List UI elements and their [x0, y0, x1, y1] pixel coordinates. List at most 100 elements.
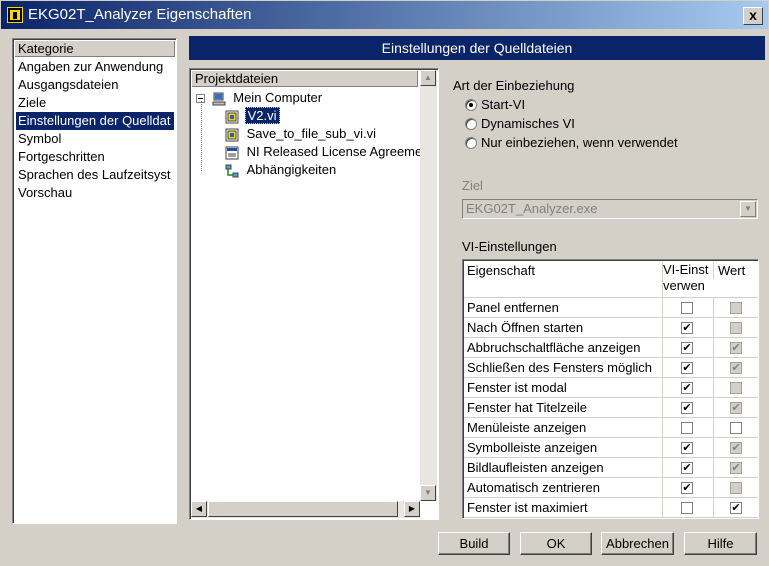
- use-vi-settings-cell: ✔: [662, 318, 712, 337]
- chevron-down-icon: ▼: [740, 201, 756, 217]
- category-item[interactable]: Ausgangsdateien: [16, 76, 174, 94]
- use-vi-settings-checkbox[interactable]: ✔: [681, 342, 693, 354]
- radio-icon[interactable]: [465, 137, 477, 149]
- radio-label: Start-VI: [481, 97, 526, 112]
- project-files-header: Projektdateien: [192, 71, 418, 87]
- value-checkbox: [730, 482, 742, 494]
- value-checkbox: [730, 322, 742, 334]
- ok-button[interactable]: OK: [520, 532, 592, 555]
- category-header: Kategorie: [15, 41, 175, 57]
- property-name: Fenster hat Titelzeile: [467, 400, 587, 415]
- tree-item-save-to-file[interactable]: Save_to_file_sub_vi.vi: [225, 125, 378, 143]
- use-vi-settings-checkbox[interactable]: ✔: [681, 482, 693, 494]
- category-item[interactable]: Angaben zur Anwendung: [16, 58, 174, 76]
- tree-label: V2.vi: [244, 107, 280, 124]
- value-cell: ✔: [713, 498, 758, 517]
- cancel-button[interactable]: Abbrechen: [601, 532, 674, 555]
- build-button[interactable]: Build: [438, 532, 510, 555]
- use-vi-settings-checkbox[interactable]: ✔: [681, 462, 693, 474]
- use-vi-settings-checkbox[interactable]: ✔: [681, 322, 693, 334]
- tree-item-mein-computer[interactable]: Mein Computer: [196, 89, 324, 107]
- value-cell: ✔: [713, 358, 758, 377]
- use-vi-settings-checkbox[interactable]: ✔: [681, 362, 693, 374]
- target-value: EKG02T_Analyzer.exe: [466, 201, 598, 216]
- labview-app-icon: [7, 7, 23, 23]
- project-files-tree[interactable]: Projektdateien Mein Computer V2.vi Save_…: [189, 68, 439, 520]
- use-vi-settings-cell: ✔: [662, 378, 712, 397]
- document-icon: [225, 146, 239, 160]
- category-item[interactable]: Vorschau: [16, 184, 174, 202]
- scroll-left-icon[interactable]: ◀: [191, 501, 207, 517]
- use-vi-settings-checkbox[interactable]: [681, 302, 693, 314]
- radio-icon[interactable]: [465, 118, 477, 130]
- radio-selected-icon[interactable]: [465, 99, 477, 111]
- value-checkbox: ✔: [730, 342, 742, 354]
- radio-dynamic-vi[interactable]: Dynamisches VI: [465, 115, 575, 133]
- table-row: Abbruchschaltfläche anzeigen ✔ ✔: [464, 338, 758, 358]
- radio-include-if-used[interactable]: Nur einbeziehen, wenn verwendet: [465, 134, 678, 152]
- value-cell: ✔: [713, 458, 758, 477]
- property-name: Fenster ist modal: [467, 380, 567, 395]
- use-vi-settings-checkbox[interactable]: [681, 422, 693, 434]
- tree-item-dependencies[interactable]: Abhängigkeiten: [225, 161, 338, 179]
- use-vi-settings-checkbox[interactable]: ✔: [681, 402, 693, 414]
- use-vi-settings-cell: [662, 298, 712, 317]
- property-name: Bildlaufleisten anzeigen: [467, 460, 604, 475]
- use-vi-settings-cell: [662, 498, 712, 517]
- window-title: EKG02T_Analyzer Eigenschaften: [28, 6, 252, 23]
- table-row: Fenster ist maximiert ✔: [464, 498, 758, 518]
- value-checkbox: ✔: [730, 462, 742, 474]
- value-checkbox: ✔: [730, 362, 742, 374]
- title-bar: EKG02T_Analyzer Eigenschaften x: [0, 0, 769, 30]
- tree-label: Mein Computer: [233, 90, 323, 105]
- use-vi-settings-checkbox[interactable]: [681, 502, 693, 514]
- value-checkbox[interactable]: [730, 422, 742, 434]
- tree-horizontal-scrollbar[interactable]: ◀ ▶: [191, 501, 420, 518]
- table-row: Bildlaufleisten anzeigen ✔ ✔: [464, 458, 758, 478]
- scroll-thumb[interactable]: [208, 501, 398, 517]
- table-row: Automatisch zentrieren ✔: [464, 478, 758, 498]
- table-row: Schließen des Fensters möglich ✔ ✔: [464, 358, 758, 378]
- use-vi-settings-cell: ✔: [662, 338, 712, 357]
- help-button[interactable]: Hilfe: [684, 532, 757, 555]
- tree-item-v2-vi[interactable]: V2.vi: [225, 107, 280, 125]
- radio-label: Dynamisches VI: [481, 116, 575, 131]
- tree-label: Abhängigkeiten: [246, 162, 337, 177]
- tree-connector: [201, 101, 202, 171]
- value-cell: [713, 318, 758, 337]
- column-header-use-vi-settings: VI-Einst verwen: [662, 262, 712, 297]
- close-button[interactable]: x: [743, 7, 763, 25]
- category-item[interactable]: Einstellungen der Quelldat: [16, 112, 174, 130]
- computer-icon: [212, 92, 226, 106]
- vi-settings-table[interactable]: Eigenschaft VI-Einst verwen Wert Panel e…: [462, 259, 759, 519]
- property-name: Abbruchschaltfläche anzeigen: [467, 340, 641, 355]
- scroll-up-icon[interactable]: ▲: [420, 70, 436, 86]
- tree-label: Save_to_file_sub_vi.vi: [246, 126, 376, 141]
- table-row: Fenster ist modal ✔: [464, 378, 758, 398]
- property-name: Panel entfernen: [467, 300, 559, 315]
- category-list[interactable]: Kategorie Angaben zur Anwendung Ausgangsd…: [12, 38, 177, 524]
- property-name: Menüleiste anzeigen: [467, 420, 587, 435]
- category-item[interactable]: Sprachen des Laufzeitsyst: [16, 166, 174, 184]
- property-name: Nach Öffnen starten: [467, 320, 584, 335]
- value-cell: [713, 298, 758, 317]
- use-vi-settings-checkbox[interactable]: ✔: [681, 382, 693, 394]
- use-vi-settings-cell: [662, 418, 712, 437]
- table-row: Nach Öffnen starten ✔: [464, 318, 758, 338]
- category-item[interactable]: Ziele: [16, 94, 174, 112]
- column-header-property: Eigenschaft: [467, 263, 535, 278]
- scroll-down-icon[interactable]: ▼: [420, 485, 436, 501]
- tree-label: NI Released License Agreeme: [246, 144, 423, 159]
- tree-vertical-scrollbar[interactable]: ▲ ▼: [420, 70, 437, 501]
- property-name: Fenster ist maximiert: [467, 500, 588, 515]
- category-item[interactable]: Fortgeschritten: [16, 148, 174, 166]
- category-item[interactable]: Symbol: [16, 130, 174, 148]
- value-checkbox[interactable]: ✔: [730, 502, 742, 514]
- scroll-right-icon[interactable]: ▶: [404, 501, 420, 517]
- table-row: Menüleiste anzeigen: [464, 418, 758, 438]
- property-name: Automatisch zentrieren: [467, 480, 600, 495]
- tree-item-license[interactable]: NI Released License Agreeme: [225, 143, 424, 161]
- use-vi-settings-checkbox[interactable]: ✔: [681, 442, 693, 454]
- radio-start-vi[interactable]: Start-VI: [465, 96, 525, 114]
- property-name: Schließen des Fensters möglich: [467, 360, 652, 375]
